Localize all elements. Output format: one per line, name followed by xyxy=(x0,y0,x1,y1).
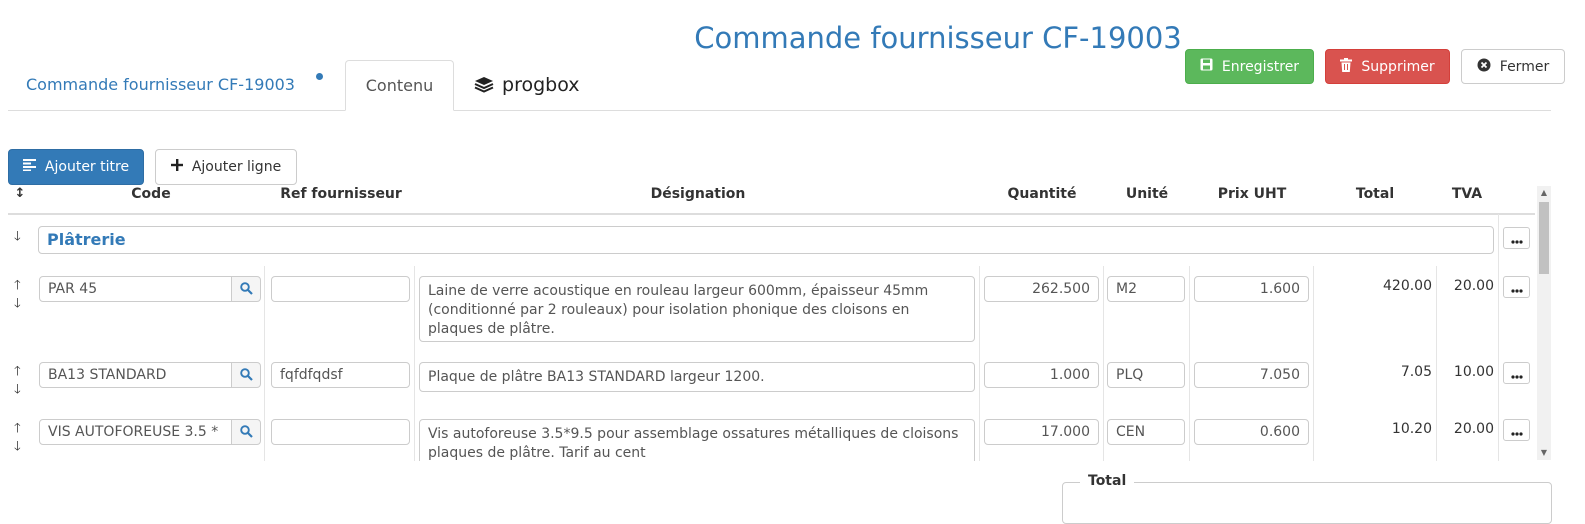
tab-order-label: Commande fournisseur CF-19003 xyxy=(26,75,295,94)
search-icon xyxy=(239,280,253,299)
scroll-thumb[interactable] xyxy=(1539,202,1549,274)
col-header-price: Prix UHT xyxy=(1217,186,1287,202)
reorder-column-icon: ↕ xyxy=(14,186,26,201)
row-options-button[interactable] xyxy=(1503,419,1530,441)
column-divider xyxy=(1498,214,1499,461)
scroll-down-arrow-icon[interactable]: ▼ xyxy=(1537,446,1551,460)
designation-input[interactable]: Vis autoforeuse 3.5*9.5 pour assemblage … xyxy=(419,419,975,461)
move-down-arrow-icon[interactable]: 🡓 xyxy=(14,440,21,453)
designation-input[interactable]: Laine de verre acoustique en rouleau lar… xyxy=(419,276,975,342)
price-input[interactable]: 1.600 xyxy=(1194,276,1309,302)
col-header-supplier-ref: Ref fournisseur xyxy=(280,186,402,202)
move-down-arrow-icon[interactable]: 🡓 xyxy=(14,383,21,396)
designation-input[interactable]: Plaque de plâtre BA13 STANDARD largeur 1… xyxy=(419,362,975,392)
totals-panel xyxy=(1062,482,1552,524)
ellipsis-icon xyxy=(1510,421,1523,440)
supplier-ref-input[interactable]: fqfdfqdsf xyxy=(271,362,410,388)
section-title-input[interactable]: Plâtrerie xyxy=(38,226,1494,254)
column-divider xyxy=(1103,266,1104,461)
unit-input[interactable]: CEN xyxy=(1107,419,1185,445)
price-input[interactable]: 0.600 xyxy=(1194,419,1309,445)
code-search-button[interactable] xyxy=(231,276,261,302)
line-vat: 20.00 xyxy=(1453,278,1494,294)
line-total: 7.05 xyxy=(1400,364,1432,380)
line-vat: 20.00 xyxy=(1453,421,1494,437)
search-icon xyxy=(239,366,253,385)
col-header-total: Total xyxy=(1355,186,1395,202)
quantity-input[interactable]: 1.000 xyxy=(984,362,1099,388)
code-input[interactable]: BA13 STANDARD xyxy=(39,362,232,388)
add-title-button[interactable]: Ajouter titre xyxy=(8,149,144,185)
line-total: 420.00 xyxy=(1383,278,1432,294)
supplier-ref-input[interactable] xyxy=(271,419,410,445)
move-up-arrow-icon[interactable]: 🡑 xyxy=(14,365,21,378)
column-divider xyxy=(1189,266,1190,461)
search-icon xyxy=(239,423,253,442)
tab-bar: Commande fournisseur CF-19003 Contenu pr… xyxy=(8,60,1551,111)
tab-progbox-label: progbox xyxy=(502,74,580,96)
table-scrollbar[interactable]: ▲ ▼ xyxy=(1537,186,1551,460)
unsaved-dot-indicator xyxy=(316,73,323,80)
col-header-quantity: Quantité xyxy=(1007,186,1077,202)
row-options-button[interactable] xyxy=(1503,276,1530,298)
code-input[interactable]: VIS AUTOFOREUSE 3.5 * xyxy=(39,419,232,445)
order-lines-table: ↕ Code Ref fournisseur Désignation Quant… xyxy=(8,184,1535,461)
code-search-button[interactable] xyxy=(231,419,261,445)
unit-input[interactable]: PLQ xyxy=(1107,362,1185,388)
move-down-arrow-icon[interactable]: 🡓 xyxy=(14,297,21,310)
tab-content[interactable]: Contenu xyxy=(345,60,454,111)
line-vat: 10.00 xyxy=(1453,364,1494,380)
column-divider xyxy=(979,266,980,461)
align-left-icon xyxy=(22,159,36,175)
move-up-arrow-icon[interactable]: 🡑 xyxy=(14,422,21,435)
row-options-button[interactable] xyxy=(1503,362,1530,384)
code-search-button[interactable] xyxy=(231,362,261,388)
col-header-designation: Désignation xyxy=(650,186,746,202)
quantity-input[interactable]: 17.000 xyxy=(984,419,1099,445)
tab-order[interactable]: Commande fournisseur CF-19003 xyxy=(8,60,338,110)
ellipsis-icon xyxy=(1510,229,1523,248)
quantity-input[interactable]: 262.500 xyxy=(984,276,1099,302)
move-down-arrow-icon[interactable]: 🡓 xyxy=(14,230,21,243)
code-input[interactable]: PAR 45 xyxy=(39,276,232,302)
column-divider xyxy=(264,266,265,461)
add-line-label: Ajouter ligne xyxy=(191,159,282,175)
add-title-label: Ajouter titre xyxy=(44,159,130,175)
col-header-code: Code xyxy=(131,186,171,202)
col-header-vat: TVA xyxy=(1451,186,1483,202)
ellipsis-icon xyxy=(1510,364,1523,383)
add-line-button[interactable]: Ajouter ligne xyxy=(155,149,297,185)
plus-icon xyxy=(170,159,183,175)
col-header-unit: Unité xyxy=(1125,186,1169,202)
column-divider xyxy=(414,266,415,461)
progbox-logo-icon xyxy=(474,74,502,96)
move-up-arrow-icon[interactable]: 🡑 xyxy=(14,279,21,292)
ellipsis-icon xyxy=(1510,278,1523,297)
header-divider xyxy=(8,213,1535,215)
scroll-up-arrow-icon[interactable]: ▲ xyxy=(1537,186,1551,200)
price-input[interactable]: 7.050 xyxy=(1194,362,1309,388)
tab-content-label: Contenu xyxy=(365,76,434,95)
row-options-button[interactable] xyxy=(1503,227,1530,249)
unit-input[interactable]: M2 xyxy=(1107,276,1185,302)
totals-legend: Total xyxy=(1080,473,1135,489)
supplier-ref-input[interactable] xyxy=(271,276,410,302)
line-total: 10.20 xyxy=(1391,421,1432,437)
tab-progbox[interactable]: progbox xyxy=(474,60,614,110)
